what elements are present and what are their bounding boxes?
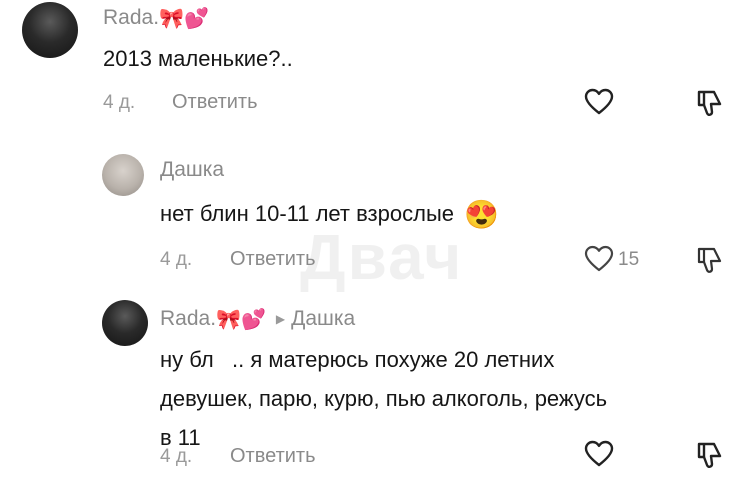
heart-outline-icon[interactable] [584,88,614,116]
heart-outline-icon[interactable] [584,245,614,273]
heart-outline-icon[interactable] [584,440,614,468]
comment-text: нет блин 10-11 лет взрослые [160,201,455,226]
reply-to-username[interactable]: Дашка [291,307,355,331]
comment-username[interactable]: Rada. [160,307,216,331]
dislike-icon[interactable] [694,245,724,275]
avatar[interactable] [102,300,148,346]
like-count: 15 [618,249,640,270]
comment-emoji: 😍 [464,198,499,230]
reply-button[interactable]: Ответить [230,248,316,271]
comment-username[interactable]: Rada. [103,6,159,30]
comment-text-line: девушек, парю, курю, пью алкоголь, режус… [160,386,608,411]
reply-arrow-icon: ▶ [275,312,286,326]
dislike-icon[interactable] [694,440,724,470]
comment-date: 4 д. [160,446,193,467]
username-emoji: 🎀💕 [216,308,266,331]
dislike-icon[interactable] [694,88,724,118]
reply-button[interactable]: Ответить [230,445,316,468]
comment-date: 4 д. [160,249,193,270]
comment-text: 2013 маленькие?.. [103,46,293,71]
comment-text-line: ну бл .. я матерюсь похуже 20 летних [160,347,555,372]
comment-username[interactable]: Дашка [160,158,224,182]
comment-date: 4 д. [103,92,136,113]
avatar[interactable] [102,154,144,196]
username-emoji: 🎀💕 [159,7,209,30]
avatar[interactable] [22,2,78,58]
reply-button[interactable]: Ответить [172,91,258,114]
